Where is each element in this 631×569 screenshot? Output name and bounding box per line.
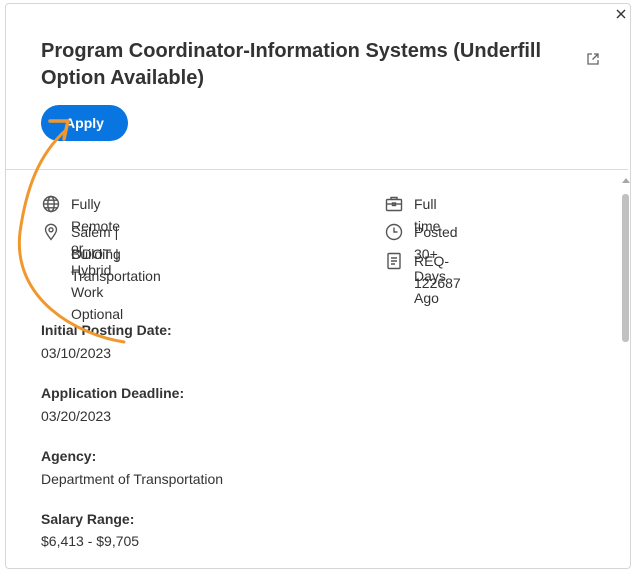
scrollbar[interactable] <box>620 176 630 568</box>
initial-posting-date-label: Initial Posting Date: <box>41 322 172 338</box>
initial-posting-date-value: 03/10/2023 <box>41 345 112 361</box>
location-text-line2: Building <box>71 246 121 262</box>
agency-value: Department of Transportation <box>41 471 224 487</box>
application-deadline-value: 03/20/2023 <box>41 408 112 424</box>
requisition-id-text: REQ-122687 <box>414 253 461 291</box>
apply-button[interactable]: Apply <box>41 105 128 141</box>
briefcase-icon <box>385 195 403 213</box>
close-icon[interactable] <box>614 7 628 21</box>
job-title: Program Coordinator-Information Systems … <box>41 40 542 89</box>
globe-icon <box>42 195 60 213</box>
location-pin-icon <box>42 223 60 241</box>
open-in-new-window-icon[interactable] <box>585 51 601 67</box>
salary-range-label: Salary Range: <box>41 511 135 527</box>
scrollbar-thumb[interactable] <box>622 194 629 342</box>
document-icon <box>385 252 403 270</box>
application-deadline-label: Application Deadline: <box>41 385 185 401</box>
agency-label: Agency: <box>41 448 97 464</box>
clock-icon <box>385 223 403 241</box>
salary-range-value: $6,413 - $9,705 <box>41 533 140 549</box>
scroll-up-arrow-icon[interactable] <box>622 178 630 183</box>
